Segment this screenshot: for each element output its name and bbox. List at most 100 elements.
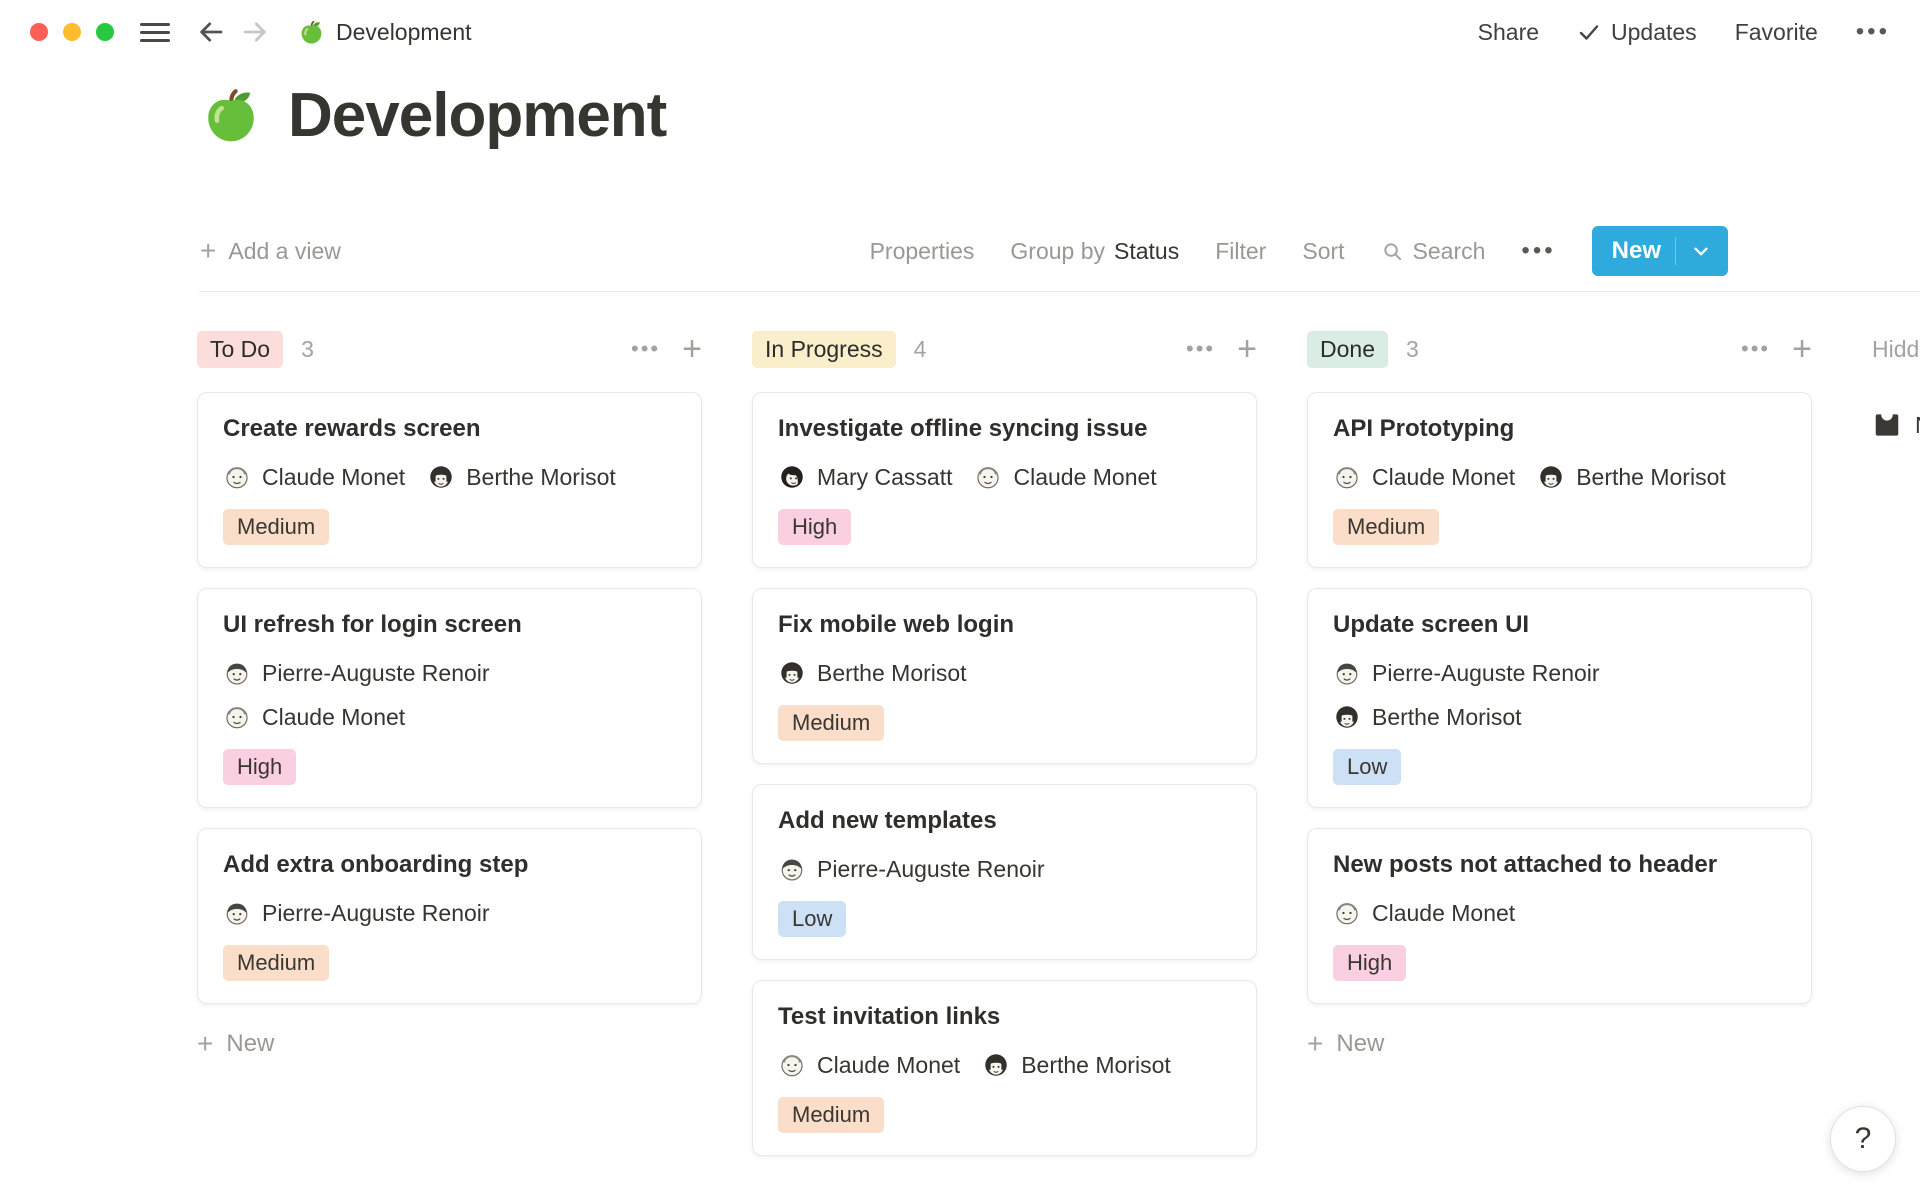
priority-tag[interactable]: High bbox=[778, 509, 851, 545]
group-by-label: Group by bbox=[1010, 238, 1105, 265]
avatar-morisot bbox=[427, 463, 455, 491]
more-options-icon[interactable]: ••• bbox=[1856, 18, 1890, 46]
task-card[interactable]: Add new templates Pierre-Auguste Renoir … bbox=[752, 784, 1257, 960]
assignee-row: Berthe Morisot bbox=[1333, 703, 1786, 731]
add-view-button[interactable]: + Add a view bbox=[200, 237, 341, 265]
assignee[interactable]: Pierre-Auguste Renoir bbox=[223, 659, 490, 687]
priority-tag[interactable]: Medium bbox=[1333, 509, 1439, 545]
chevron-down-icon[interactable] bbox=[1690, 240, 1712, 262]
assignee-row: Claude Monet bbox=[223, 703, 676, 731]
updates-button[interactable]: Updates bbox=[1577, 19, 1697, 46]
menu-icon[interactable] bbox=[140, 23, 170, 42]
assignee[interactable]: Mary Cassatt bbox=[778, 463, 952, 491]
priority-tag[interactable]: Medium bbox=[223, 945, 329, 981]
sort-button[interactable]: Sort bbox=[1302, 238, 1344, 265]
column-add-button[interactable]: + bbox=[1237, 332, 1257, 366]
task-card[interactable]: Update screen UI Pierre-Auguste Renoir B… bbox=[1307, 588, 1812, 808]
assignee-name: Berthe Morisot bbox=[466, 464, 616, 491]
avatar-monet bbox=[1333, 899, 1361, 927]
breadcrumb[interactable]: Development bbox=[298, 19, 472, 46]
task-card[interactable]: Fix mobile web login Berthe Morisot Medi… bbox=[752, 588, 1257, 764]
back-icon[interactable] bbox=[196, 17, 226, 47]
search-button[interactable]: Search bbox=[1381, 238, 1486, 265]
card-title: Create rewards screen bbox=[223, 415, 676, 443]
column-header: Done 3 ••• + bbox=[1307, 330, 1812, 368]
properties-button[interactable]: Properties bbox=[870, 238, 975, 265]
priority-tag[interactable]: Low bbox=[778, 901, 846, 937]
share-button[interactable]: Share bbox=[1478, 19, 1539, 46]
filter-button[interactable]: Filter bbox=[1215, 238, 1266, 265]
help-button[interactable]: ? bbox=[1830, 1106, 1896, 1172]
assignee[interactable]: Berthe Morisot bbox=[1333, 703, 1522, 731]
avatar-renoir bbox=[778, 855, 806, 883]
column-more-button[interactable]: ••• bbox=[1741, 336, 1770, 362]
updates-label: Updates bbox=[1611, 19, 1697, 46]
assignee[interactable]: Pierre-Auguste Renoir bbox=[223, 899, 490, 927]
forward-icon[interactable] bbox=[240, 17, 270, 47]
avatar-morisot bbox=[1333, 703, 1361, 731]
board-column-in-progress: In Progress 4 ••• + Investigate offline … bbox=[752, 330, 1257, 1176]
assignee-name: Mary Cassatt bbox=[817, 464, 952, 491]
apple-page-icon-large[interactable] bbox=[200, 85, 262, 147]
assignee[interactable]: Claude Monet bbox=[223, 703, 405, 731]
close-button[interactable] bbox=[30, 23, 48, 41]
assignee[interactable]: Claude Monet bbox=[778, 1051, 960, 1079]
column-header: In Progress 4 ••• + bbox=[752, 330, 1257, 368]
column-status-pill[interactable]: In Progress bbox=[752, 331, 896, 368]
task-card[interactable]: Investigate offline syncing issue Mary C… bbox=[752, 392, 1257, 568]
task-card[interactable]: API Prototyping Claude Monet Berthe Mori… bbox=[1307, 392, 1812, 568]
assignee[interactable]: Claude Monet bbox=[974, 463, 1156, 491]
assignee[interactable]: Claude Monet bbox=[1333, 899, 1515, 927]
search-label: Search bbox=[1413, 238, 1486, 265]
card-title: Add new templates bbox=[778, 807, 1231, 835]
avatar-monet bbox=[974, 463, 1002, 491]
new-button[interactable]: New bbox=[1592, 226, 1728, 276]
toolbar-more-icon[interactable]: ••• bbox=[1521, 237, 1555, 265]
priority-tag[interactable]: Medium bbox=[223, 509, 329, 545]
card-title: Fix mobile web login bbox=[778, 611, 1231, 639]
assignee[interactable]: Pierre-Auguste Renoir bbox=[778, 855, 1045, 883]
priority-tag[interactable]: Low bbox=[1333, 749, 1401, 785]
column-more-button[interactable]: ••• bbox=[631, 336, 660, 362]
assignee[interactable]: Pierre-Auguste Renoir bbox=[1333, 659, 1600, 687]
assignee-name: Pierre-Auguste Renoir bbox=[1372, 660, 1600, 687]
card-title: Update screen UI bbox=[1333, 611, 1786, 639]
hidden-columns-label[interactable]: Hidden bbox=[1872, 330, 1920, 368]
column-new-card-button[interactable]: + New bbox=[197, 1030, 702, 1058]
priority-tag[interactable]: High bbox=[1333, 945, 1406, 981]
assignee[interactable]: Berthe Morisot bbox=[1537, 463, 1726, 491]
column-add-button[interactable]: + bbox=[682, 332, 702, 366]
task-card[interactable]: New posts not attached to header Claude … bbox=[1307, 828, 1812, 1004]
group-by-button[interactable]: Group by Status bbox=[1010, 238, 1179, 265]
assignee[interactable]: Berthe Morisot bbox=[982, 1051, 1171, 1079]
assignee[interactable]: Berthe Morisot bbox=[427, 463, 616, 491]
assignee-row: Pierre-Auguste Renoir bbox=[1333, 659, 1786, 687]
column-new-card-button[interactable]: + New bbox=[1307, 1030, 1812, 1058]
assignee[interactable]: Claude Monet bbox=[223, 463, 405, 491]
priority-tag[interactable]: High bbox=[223, 749, 296, 785]
column-status-pill[interactable]: Done bbox=[1307, 331, 1388, 368]
column-more-button[interactable]: ••• bbox=[1186, 336, 1215, 362]
assignee-name: Claude Monet bbox=[1372, 900, 1515, 927]
priority-tag[interactable]: Medium bbox=[778, 1097, 884, 1133]
task-card[interactable]: Test invitation links Claude Monet Berth… bbox=[752, 980, 1257, 1156]
task-card[interactable]: Add extra onboarding step Pierre-Auguste… bbox=[197, 828, 702, 1004]
question-mark-icon: ? bbox=[1855, 1122, 1872, 1156]
assignee[interactable]: Claude Monet bbox=[1333, 463, 1515, 491]
column-status-pill[interactable]: To Do bbox=[197, 331, 283, 368]
assignee[interactable]: Berthe Morisot bbox=[778, 659, 967, 687]
zoom-button[interactable] bbox=[96, 23, 114, 41]
assignee-name: Berthe Morisot bbox=[1372, 704, 1522, 731]
hidden-group-no-status[interactable]: No Status bbox=[1872, 410, 1920, 440]
assignee-name: Berthe Morisot bbox=[1576, 464, 1726, 491]
task-card[interactable]: UI refresh for login screen Pierre-Augus… bbox=[197, 588, 702, 808]
page-title: Development bbox=[288, 80, 666, 151]
window-controls bbox=[30, 23, 114, 41]
breadcrumb-title: Development bbox=[336, 19, 472, 46]
task-card[interactable]: Create rewards screen Claude Monet Berth… bbox=[197, 392, 702, 568]
priority-tag[interactable]: Medium bbox=[778, 705, 884, 741]
column-add-button[interactable]: + bbox=[1792, 332, 1812, 366]
favorite-button[interactable]: Favorite bbox=[1735, 19, 1818, 46]
toolbar-divider bbox=[199, 291, 1920, 292]
minimize-button[interactable] bbox=[63, 23, 81, 41]
